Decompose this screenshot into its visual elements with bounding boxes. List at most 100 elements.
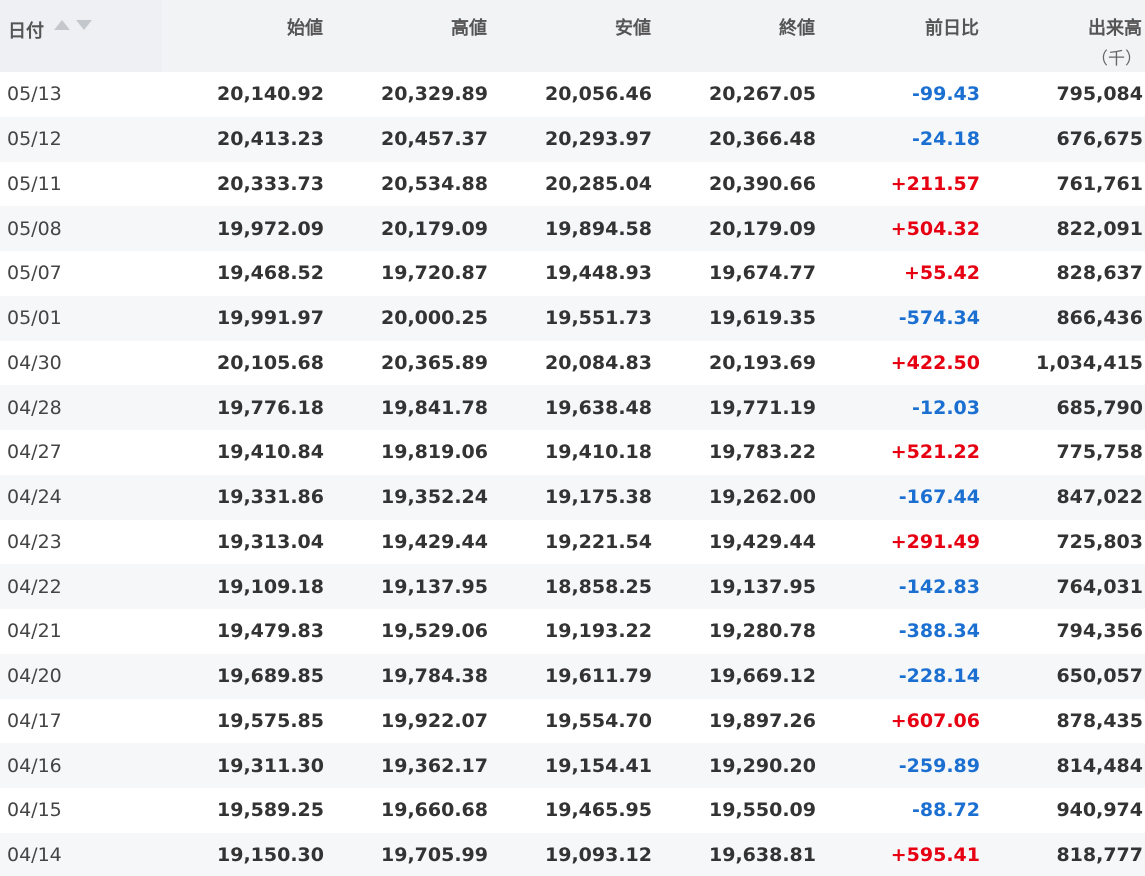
cell-change: -167.44 <box>898 486 980 509</box>
header-open: 始値 <box>287 18 323 39</box>
table-row: 04/27 19,410.84 19,819.06 19,410.18 19,783.2… <box>0 430 1145 475</box>
cell-volume: 818,777 <box>1056 844 1143 867</box>
sort-controls <box>54 20 92 30</box>
cell-change: -574.34 <box>898 307 980 330</box>
cell-low: 19,410.18 <box>545 441 652 464</box>
cell-volume: 794,356 <box>1056 620 1143 643</box>
cell-high: 19,841.78 <box>381 396 488 419</box>
cell-date: 04/17 <box>7 709 62 732</box>
cell-change: -228.14 <box>898 665 980 688</box>
cell-volume: 940,974 <box>1056 799 1143 822</box>
cell-change: +607.06 <box>890 709 980 732</box>
cell-volume: 764,031 <box>1056 575 1143 598</box>
cell-close: 19,783.22 <box>709 441 816 464</box>
cell-date: 04/24 <box>7 486 62 509</box>
cell-low: 20,285.04 <box>545 172 652 195</box>
cell-date: 05/11 <box>7 172 62 195</box>
header-low: 安値 <box>615 18 651 39</box>
cell-open: 19,313.04 <box>217 530 324 553</box>
cell-date: 05/08 <box>7 217 62 240</box>
cell-high: 19,705.99 <box>381 844 488 867</box>
cell-change: +595.41 <box>890 844 980 867</box>
cell-low: 20,084.83 <box>545 351 652 374</box>
table-body: 05/13 20,140.92 20,329.89 20,056.46 20,267.0… <box>0 72 1145 876</box>
cell-open: 19,410.84 <box>217 441 324 464</box>
cell-open: 19,575.85 <box>217 709 324 732</box>
cell-low: 19,448.93 <box>545 262 652 285</box>
cell-date: 05/13 <box>7 83 62 106</box>
table-row: 04/20 19,689.85 19,784.38 19,611.79 19,669.1… <box>0 653 1145 699</box>
header-date-label: 日付 <box>8 21 44 42</box>
cell-date: 04/21 <box>7 620 62 643</box>
header-date[interactable]: 日付 <box>0 0 162 72</box>
cell-low: 20,293.97 <box>545 128 652 151</box>
cell-volume: 650,057 <box>1056 665 1143 688</box>
table-row: 05/08 19,972.09 20,179.09 19,894.58 20,179.0… <box>0 206 1145 251</box>
cell-close: 19,429.44 <box>709 530 816 553</box>
table-row: 04/24 19,331.86 19,352.24 19,175.38 19,262.0… <box>0 474 1145 520</box>
cell-date: 05/07 <box>7 262 62 285</box>
table-row: 04/28 19,776.18 19,841.78 19,638.48 19,771.1… <box>0 385 1145 430</box>
sort-ascending-icon[interactable] <box>54 20 70 30</box>
cell-low: 18,858.25 <box>545 575 652 598</box>
header-volume-label: 出来高 <box>1088 18 1142 39</box>
cell-open: 20,105.68 <box>217 351 324 374</box>
table-row: 05/07 19,468.52 19,720.87 19,448.93 19,674.7… <box>0 251 1145 296</box>
cell-high: 19,429.44 <box>381 530 488 553</box>
cell-high: 19,784.38 <box>381 665 488 688</box>
cell-low: 19,894.58 <box>545 217 652 240</box>
table-row: 05/13 20,140.92 20,329.89 20,056.46 20,267.0… <box>0 72 1145 117</box>
header-change: 前日比 <box>925 18 979 39</box>
cell-close: 20,366.48 <box>709 128 816 151</box>
cell-change: +521.22 <box>890 441 980 464</box>
cell-open: 20,333.73 <box>217 172 324 195</box>
cell-close: 20,390.66 <box>709 172 816 195</box>
cell-change: -99.43 <box>912 83 980 106</box>
sort-descending-icon[interactable] <box>76 20 92 30</box>
cell-high: 20,457.37 <box>381 128 488 151</box>
cell-open: 20,413.23 <box>217 128 324 151</box>
cell-open: 19,689.85 <box>217 665 324 688</box>
cell-close: 20,179.09 <box>709 217 816 240</box>
table-row: 04/30 20,105.68 20,365.89 20,084.83 20,193.6… <box>0 340 1145 386</box>
header-close: 終値 <box>779 18 815 39</box>
table-row: 05/12 20,413.23 20,457.37 20,293.97 20,366.4… <box>0 116 1145 162</box>
cell-change: +211.57 <box>890 172 980 195</box>
cell-high: 19,819.06 <box>381 441 488 464</box>
cell-volume: 676,675 <box>1056 128 1143 151</box>
cell-close: 19,280.78 <box>709 620 816 643</box>
cell-high: 20,534.88 <box>381 172 488 195</box>
cell-volume: 775,758 <box>1056 441 1143 464</box>
cell-close: 20,193.69 <box>709 351 816 374</box>
cell-date: 04/15 <box>7 799 62 822</box>
cell-low: 20,056.46 <box>545 83 652 106</box>
cell-open: 19,589.25 <box>217 799 324 822</box>
cell-volume: 828,637 <box>1056 262 1143 285</box>
cell-open: 20,140.92 <box>217 83 324 106</box>
cell-open: 19,311.30 <box>217 754 324 777</box>
cell-high: 20,000.25 <box>381 307 488 330</box>
cell-change: -88.72 <box>912 799 980 822</box>
cell-low: 19,465.95 <box>545 799 652 822</box>
cell-change: +291.49 <box>890 530 980 553</box>
cell-high: 20,179.09 <box>381 217 488 240</box>
cell-date: 04/30 <box>7 351 62 374</box>
cell-open: 19,972.09 <box>217 217 324 240</box>
cell-low: 19,554.70 <box>545 709 652 732</box>
cell-close: 19,669.12 <box>709 665 816 688</box>
cell-low: 19,093.12 <box>545 844 652 867</box>
cell-change: -388.34 <box>898 620 980 643</box>
table-row: 05/01 19,991.97 20,000.25 19,551.73 19,619.3… <box>0 295 1145 341</box>
cell-change: -259.89 <box>898 754 980 777</box>
table-row: 04/21 19,479.83 19,529.06 19,193.22 19,280.7… <box>0 609 1145 654</box>
cell-close: 19,550.09 <box>709 799 816 822</box>
cell-close: 19,619.35 <box>709 307 816 330</box>
table-row: 05/11 20,333.73 20,534.88 20,285.04 20,390.6… <box>0 161 1145 207</box>
cell-high: 19,529.06 <box>381 620 488 643</box>
cell-high: 19,362.17 <box>381 754 488 777</box>
cell-low: 19,154.41 <box>545 754 652 777</box>
cell-high: 20,365.89 <box>381 351 488 374</box>
cell-close: 19,290.20 <box>709 754 816 777</box>
cell-low: 19,193.22 <box>545 620 652 643</box>
table-header: 日付 始値 高値 安値 終値 前日比 出来高 （千） <box>0 0 1145 72</box>
